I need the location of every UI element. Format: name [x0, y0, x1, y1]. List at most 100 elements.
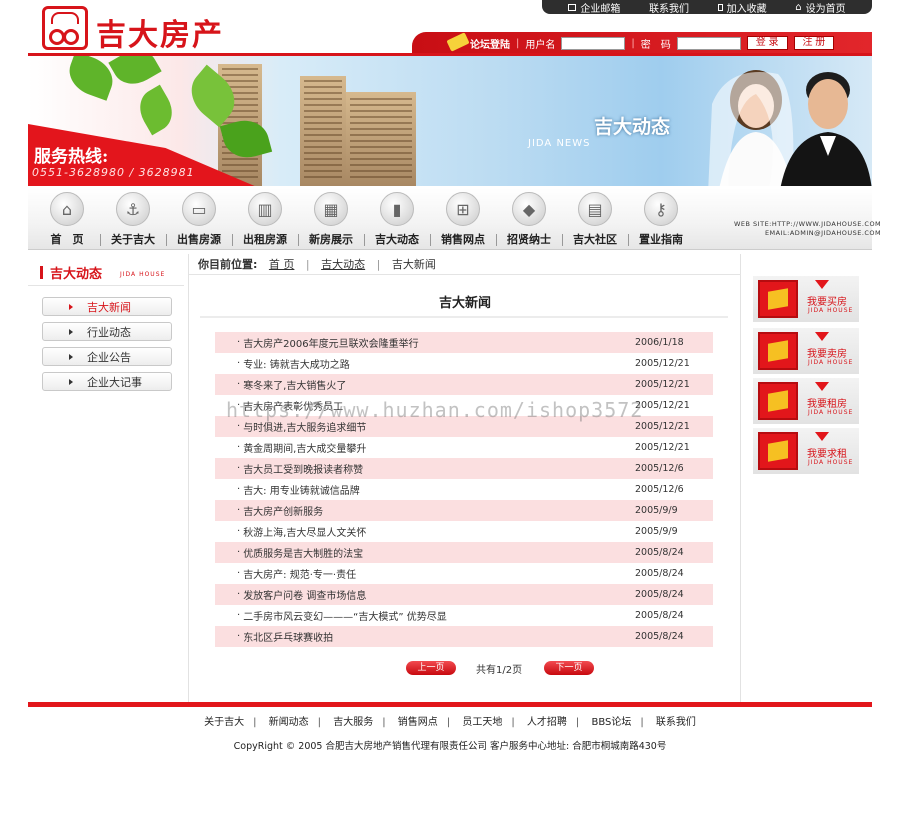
login-button[interactable]: 登 录	[746, 36, 788, 50]
register-button[interactable]: 注 册	[793, 36, 835, 50]
footer-link-careers[interactable]: 人才招聘	[518, 717, 576, 728]
shop-icon	[758, 432, 798, 470]
nav-item-news[interactable]: ▮ 吉大动态	[364, 188, 430, 248]
news-row[interactable]: · 吉大房产: 规范·专一·责任 2005/8/24	[215, 563, 713, 584]
nav-item-rent[interactable]: ▥ 出租房源	[232, 188, 298, 248]
pencil-icon	[446, 32, 470, 52]
ad-buy-house[interactable]: 我要买房 JIDA HOUSE	[753, 276, 859, 322]
footer-divider	[28, 702, 872, 707]
breadcrumb-label: 你目前位置:	[198, 258, 258, 271]
building-icon: ▥	[248, 192, 282, 226]
username-input[interactable]	[561, 36, 626, 50]
bookmark-icon	[717, 3, 723, 11]
logo-icon[interactable]	[42, 6, 88, 50]
site-contact-info: WEB SITE:HTTP://WWW.JIDAHOUSE.COM EMAIL:…	[734, 220, 881, 238]
nav-item-careers[interactable]: ◆ 招贤纳士	[496, 188, 562, 248]
news-row[interactable]: · 吉大员工受到晚报读者称赞 2005/12/6	[215, 458, 713, 479]
topbar-contact[interactable]: 联系我们	[649, 0, 689, 15]
store-icon: ⊞	[446, 192, 480, 226]
news-row[interactable]: · 寒冬来了,吉大销售火了 2005/12/21	[215, 374, 713, 395]
footer-link-contact[interactable]: 联系我们	[647, 717, 705, 728]
key-icon: ⚷	[644, 192, 678, 226]
nav-item-home[interactable]: ⌂ 首 页	[34, 188, 100, 248]
arrow-right-icon	[69, 304, 73, 310]
nav-item-community[interactable]: ▤ 吉大社区	[562, 188, 628, 248]
news-row[interactable]: · 专业: 铸就吉大成功之路 2005/12/21	[215, 353, 713, 374]
news-row[interactable]: · 吉大房产2006年度元旦联欢会隆重举行 2006/1/18	[215, 332, 713, 353]
arrow-down-icon	[815, 432, 829, 441]
blocks-icon	[758, 332, 798, 370]
ad-seek-rental[interactable]: 我要求租 JIDA HOUSE	[753, 428, 859, 474]
ad-sell-house[interactable]: 我要卖房 JIDA HOUSE	[753, 328, 859, 374]
main-nav: ⌂ 首 页 ⚓ 关于吉大 ▭ 出售房源 ▥ 出租房源 ▦ 新房展示 ▮ 吉大动态…	[28, 188, 881, 250]
nav-item-new-homes[interactable]: ▦ 新房展示	[298, 188, 364, 248]
nav-item-outlets[interactable]: ⊞ 销售网点	[430, 188, 496, 248]
sidebar-item-milestones[interactable]: 企业大记事	[42, 372, 172, 391]
topbar-homepage[interactable]: ⌂ 设为首页	[795, 0, 845, 15]
groom-image	[780, 72, 872, 186]
stack-icon: ◆	[512, 192, 546, 226]
news-row[interactable]: · 东北区乒乓球赛收拍 2005/8/24	[215, 626, 713, 647]
news-row[interactable]: · 秋游上海,吉大尽显人文关怀 2005/9/9	[215, 521, 713, 542]
password-input[interactable]	[676, 36, 741, 50]
sidebar-title: 吉大动态 JIDA HOUSE	[28, 258, 184, 286]
prev-page-button[interactable]: 上一页	[406, 661, 456, 675]
footer-link-outlets[interactable]: 销售网点	[389, 717, 447, 728]
news-row[interactable]: · 吉大: 用专业铸就诚信品牌 2005/12/6	[215, 479, 713, 500]
news-row[interactable]: · 吉大房产创新服务 2005/9/9	[215, 500, 713, 521]
news-row[interactable]: · 发放客户问卷 调查市场信息 2005/8/24	[215, 584, 713, 605]
forum-login-label: 论坛登陆	[470, 39, 510, 51]
house-cube-icon	[758, 280, 798, 318]
password-label: 密 码	[640, 39, 671, 51]
page-info: 共有1/2页	[476, 665, 523, 676]
nav-item-guide[interactable]: ⚷ 置业指南	[628, 188, 694, 248]
sidebar-title-text: 吉大动态	[50, 267, 103, 282]
banner-title: 吉大动态	[594, 116, 671, 138]
books-icon: ▤	[578, 192, 612, 226]
forum-login-bar: 论坛登陆 | 用户名 | 密 码 登 录 注 册	[412, 32, 872, 54]
hotline-phone: 0551-3628980 / 3628981	[32, 166, 195, 179]
arrow-right-icon	[69, 379, 73, 385]
arrow-down-icon	[815, 280, 829, 289]
page-title: 吉大新闻	[438, 296, 491, 311]
nav-item-sale[interactable]: ▭ 出售房源	[166, 188, 232, 248]
arrow-right-icon	[69, 329, 73, 335]
news-row[interactable]: · 黄金周期间,吉大成交量攀升 2005/12/21	[215, 437, 713, 458]
breadcrumb-home[interactable]: 首 页	[269, 258, 295, 271]
breadcrumb-current: 吉大新闻	[391, 258, 436, 271]
sidebar-item-news[interactable]: 吉大新闻	[42, 297, 172, 316]
footer-link-staff[interactable]: 员工天地	[453, 717, 511, 728]
arrow-down-icon	[815, 332, 829, 341]
nav-item-about[interactable]: ⚓ 关于吉大	[100, 188, 166, 248]
footer-links: 关于吉大 | 新闻动态 | 吉大服务 | 销售网点 | 员工天地 | 人才招聘 | BBS论…	[0, 713, 900, 728]
door-icon	[758, 382, 798, 420]
news-row[interactable]: · 二手房市风云变幻———“吉大模式” 优势尽显 2005/8/24	[215, 605, 713, 626]
ad-rent-house[interactable]: 我要租房 JIDA HOUSE	[753, 378, 859, 424]
footer-link-about[interactable]: 关于吉大	[195, 717, 253, 728]
footer-link-services[interactable]: 吉大服务	[324, 717, 382, 728]
sidebar-subtitle: JIDA HOUSE	[120, 271, 166, 278]
buildings-icon: ▦	[314, 192, 348, 226]
arrow-down-icon	[815, 382, 829, 391]
house-icon: ⌂	[50, 192, 84, 226]
username-label: 用户名	[525, 39, 556, 51]
next-page-button[interactable]: 下一页	[544, 661, 594, 675]
copyright-text: CopyRight © 2005 合肥吉大房地产销售代理有限责任公司 客户服务中…	[233, 741, 667, 752]
hero-banner: 服务热线: 0551-3628980 / 3628981 吉大动态 JIDA N…	[28, 56, 872, 186]
breadcrumb-section[interactable]: 吉大动态	[321, 258, 365, 271]
site-url: WEB SITE:HTTP://WWW.JIDAHOUSE.COM	[734, 220, 882, 228]
news-row[interactable]: · 优质服务是吉大制胜的法宝 2005/8/24	[215, 542, 713, 563]
footer-link-forum[interactable]: BBS论坛	[582, 717, 640, 728]
topbar-favorite[interactable]: 加入收藏	[717, 0, 767, 15]
footer-link-news[interactable]: 新闻动态	[260, 717, 318, 728]
brand-name[interactable]: 吉大房产	[96, 10, 224, 54]
building-image	[300, 76, 346, 186]
anchor-icon: ⚓	[116, 192, 150, 226]
watermark-text: https://www.huzhan.com/ishop3572	[226, 398, 644, 422]
sidebar-item-industry[interactable]: 行业动态	[42, 322, 172, 341]
leaf-image	[132, 84, 180, 136]
sidebar-item-notices[interactable]: 企业公告	[42, 347, 172, 366]
topbar-email[interactable]: 企业邮箱	[568, 0, 620, 15]
mail-icon	[568, 3, 577, 11]
chart-icon: ▮	[380, 192, 414, 226]
